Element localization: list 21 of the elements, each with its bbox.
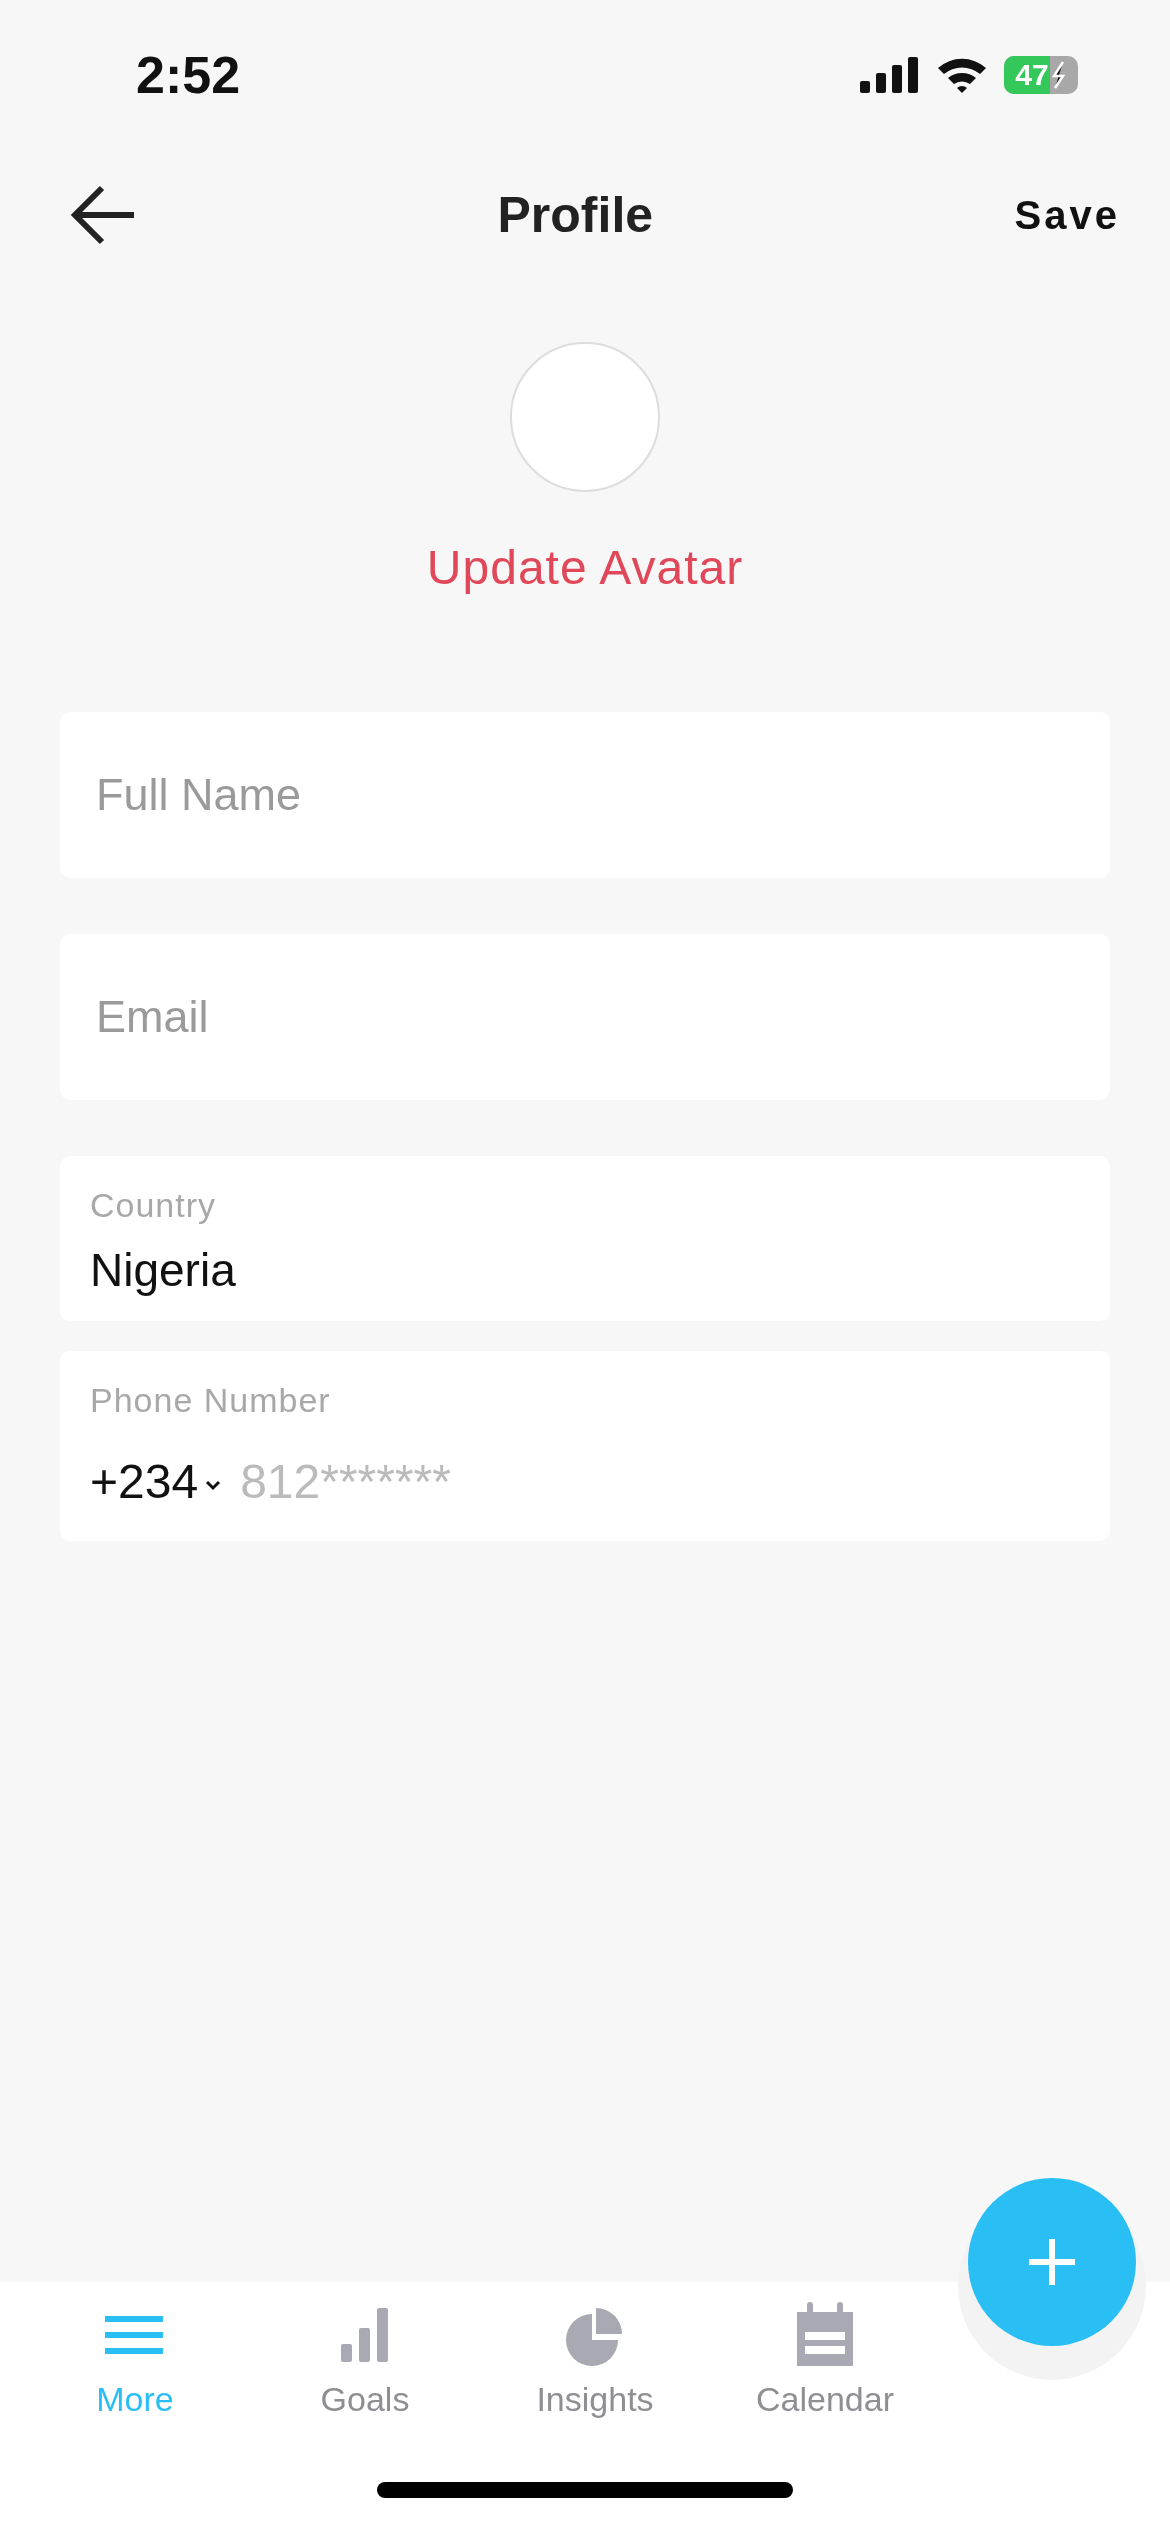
tab-item[interactable]: Insights [480,2282,710,2482]
page-title: Profile [497,186,654,244]
text-field[interactable]: Email [60,934,1110,1100]
caret-icon [204,1478,223,1491]
field-label: Phone Number [90,1381,331,1420]
plus-icon [1027,2237,1077,2287]
tab-item[interactable]: Goals [250,2282,480,2482]
signal-icon [860,57,920,93]
tab-item[interactable]: Calendar [710,2282,940,2482]
save-button[interactable]: Save [1014,192,1120,238]
status-time: 2:52 [136,45,241,105]
country-field[interactable]: Nigeria [90,1243,236,1297]
text-field[interactable]: Full Name [60,712,1110,878]
country-code-dropdown[interactable]: +234 [90,1454,223,1509]
tab-item[interactable]: More [20,2282,250,2482]
back-button[interactable] [70,185,136,245]
phone-input[interactable]: 812******* [240,1454,1080,1509]
wifi-icon [936,56,988,94]
update-avatar-link[interactable]: Update Avatar [426,540,744,595]
field-label: Country [90,1186,217,1225]
battery-icon: 47 [1004,56,1078,94]
